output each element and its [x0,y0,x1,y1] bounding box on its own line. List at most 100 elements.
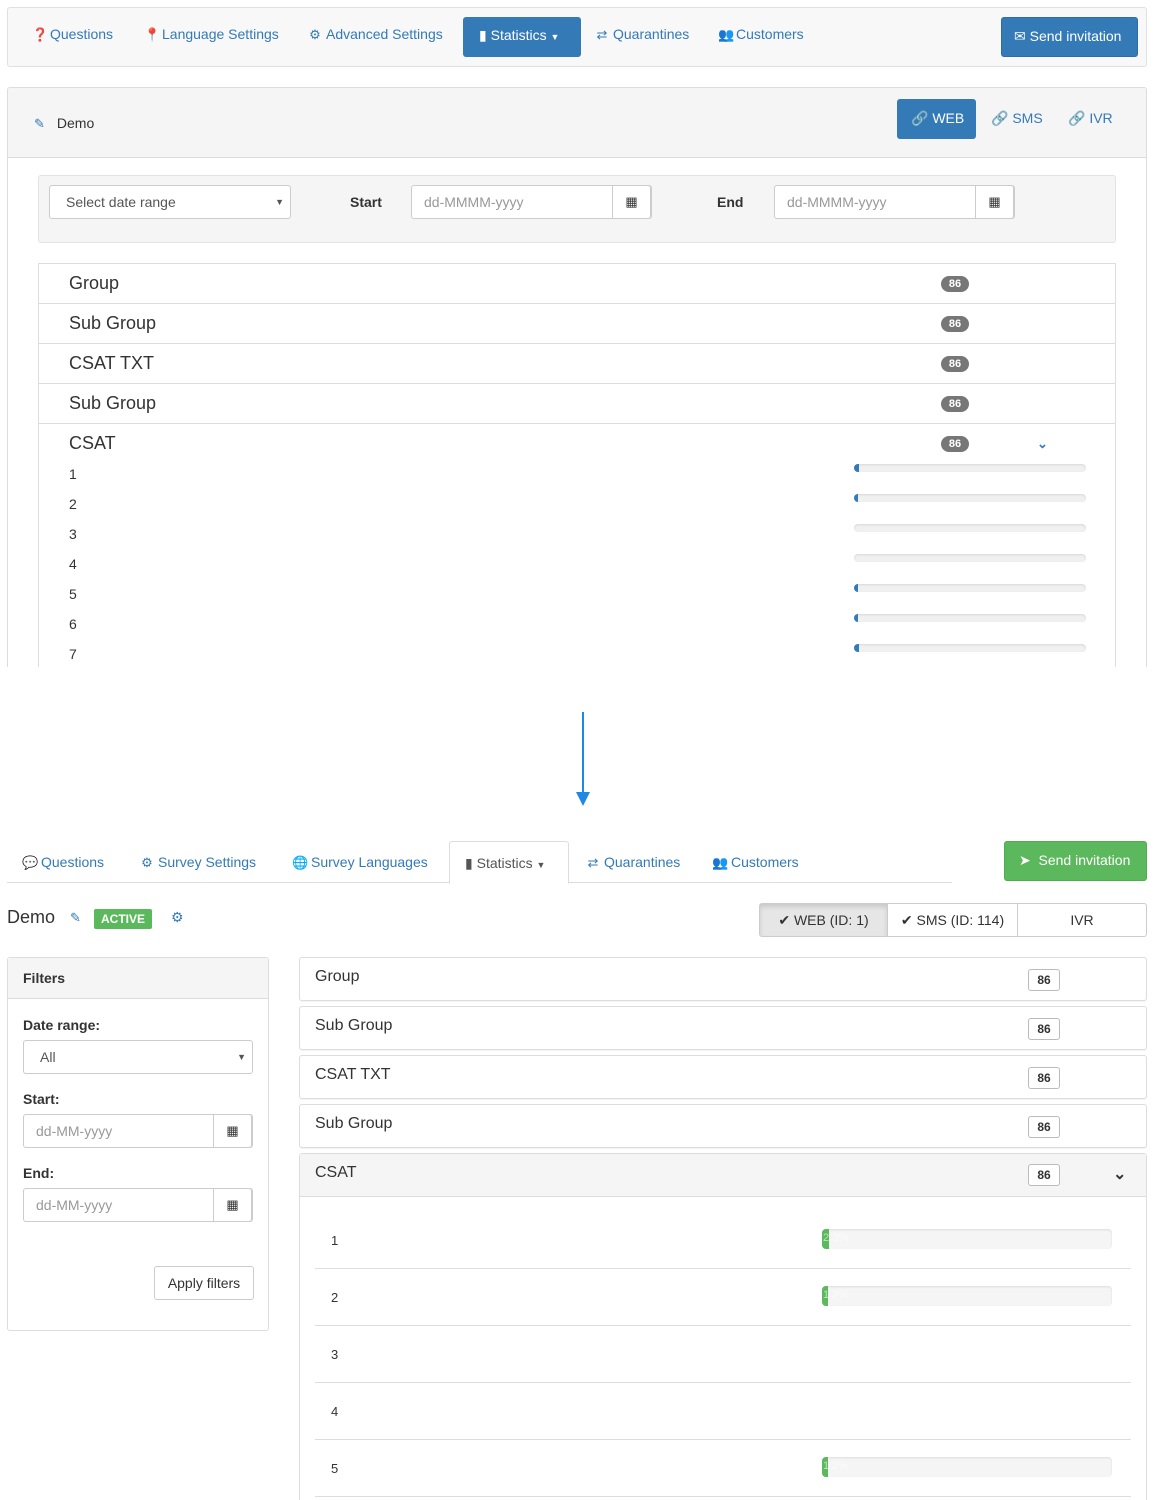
count-badge: 86 [1028,1164,1060,1186]
tab-statistics[interactable]: ▮ Statistics ▼ [449,841,569,884]
apply-filters-button[interactable]: Apply filters [154,1266,254,1300]
channel-web-button[interactable]: 🔗 WEB [897,99,976,139]
nav-statistics-dropdown[interactable]: ▮ Statistics ▼ [463,17,581,57]
old-option-bar [854,584,1086,592]
comments-icon: 💬 [22,855,39,870]
survey-title: Demo [7,907,56,927]
calendar-icon[interactable]: ▦ [612,185,651,219]
old-option-bar [854,644,1086,652]
count-badge: 86 [941,316,969,332]
old-option-label: 3 [69,526,77,542]
edit-icon[interactable]: ✎ [34,116,45,131]
count-badge: 86 [1028,969,1060,991]
old-option-bar [854,614,1086,622]
tab-customers[interactable]: 👥 Customers [712,854,799,871]
csat-panel-heading[interactable]: CSAT 86 ⌄ [300,1154,1146,1197]
channel-sms-button[interactable]: 🔗 SMS [991,99,1043,139]
tab-quarantines[interactable]: ⇄ Quarantines [585,854,681,871]
calendar-icon[interactable]: ▦ [213,1114,252,1148]
question-panel[interactable]: Group 86 [299,957,1147,1001]
count-badge: 86 [941,356,969,372]
calendar-icon[interactable]: ▦ [975,185,1014,219]
old-option-label: 2 [69,496,77,512]
nav-customers[interactable]: 👥 Customers [718,26,804,43]
old-option-bar [854,524,1086,532]
end-date-input[interactable]: dd-MMMM-yyyy ▦ [774,185,1015,219]
question-panel[interactable]: Sub Group 86 [299,1006,1147,1050]
channel-sms-button[interactable]: ✔ SMS (ID: 114) [888,904,1018,936]
nav-questions[interactable]: ❓ Questions [32,26,113,43]
link-icon: 🔗 [991,110,1009,126]
old-option-bar-fill [854,614,858,622]
filters-panel: Filters Date range: All ▼ Start: dd-MM-yy… [7,957,269,1331]
send-invitation-button[interactable]: ✉ Send invitation [1001,17,1138,57]
new-tab-nav: 💬 Questions ⚙ Survey Settings 🌐 Survey Lang… [7,841,952,884]
pencil-icon[interactable]: ✎ [70,910,81,926]
cogs-icon: ⚙ [141,855,153,870]
link-icon: 🔗 [1068,110,1086,126]
old-top-nav: ❓ Questions 📍 Language Settings ⚙ Advanced … [7,7,1147,67]
option-progress-bar: 1.2% [822,1457,1112,1477]
old-option-label: 6 [69,616,77,632]
old-question-row[interactable]: CSAT TXT 86 [39,344,1115,384]
end-label: End [717,194,744,210]
count-badge: 86 [941,436,969,452]
nav-language-settings[interactable]: 📍 Language Settings [144,26,279,43]
old-question-row[interactable]: Sub Group 86 [39,304,1115,344]
option-percent: 1.2% [823,1289,849,1301]
nav-advanced-settings[interactable]: ⚙ Advanced Settings [308,26,443,43]
old-question-row[interactable]: Group 86 [39,264,1115,304]
old-option-bar-fill [854,584,858,592]
caret-down-icon: ▼ [550,32,560,42]
paper-plane-icon: ➤ [1019,852,1031,868]
start-date-input[interactable]: dd-MMMM-yyyy ▦ [411,185,652,219]
old-question-row-expanded[interactable]: CSAT 86 ⌄ [39,424,1115,464]
old-question-row[interactable]: Sub Group 86 [39,384,1115,424]
old-option-label: 1 [69,466,77,482]
channel-web-button[interactable]: ✔ WEB (ID: 1) [760,904,888,936]
option-progress-bar: 2.3% [822,1229,1112,1249]
count-badge: 86 [1028,1018,1060,1040]
start-date-input[interactable]: dd-MM-yyyy ▦ [23,1114,253,1148]
question-panel[interactable]: Sub Group 86 [299,1104,1147,1148]
tab-survey-settings[interactable]: ⚙ Survey Settings [139,854,256,871]
users-icon: 👥 [718,27,735,42]
end-date-input[interactable]: dd-MM-yyyy ▦ [23,1188,253,1222]
old-option-bar-fill [854,464,859,472]
users-icon: 👥 [712,855,729,870]
question-panel[interactable]: CSAT TXT 86 [299,1055,1147,1099]
link-icon: 🔗 [911,110,929,126]
old-option-bar [854,554,1086,562]
option-row: 1 2.3% [315,1212,1131,1269]
chevron-down-icon[interactable]: ⌄ [1037,436,1048,452]
start-label: Start [350,194,382,210]
chevron-down-icon[interactable]: ⌄ [1113,1164,1126,1184]
arrow-down-icon [576,792,590,806]
channel-button-group: ✔ WEB (ID: 1) ✔ SMS (ID: 114) IVR [759,903,1147,937]
transition-arrow [582,712,584,794]
check-icon: ✔ [778,912,791,928]
send-invitation-button[interactable]: ➤ Send invitation [1004,841,1147,881]
count-badge: 86 [941,276,969,292]
bar-chart-icon: ▮ [465,855,473,871]
channel-ivr-button[interactable]: 🔗 IVR [1068,99,1113,139]
calendar-icon[interactable]: ▦ [213,1188,252,1222]
swap-arrows-icon: ⇄ [587,855,599,870]
tab-questions[interactable]: 💬 Questions [22,854,104,871]
date-range-select[interactable]: All ▼ [23,1040,253,1074]
option-row: 2 1.2% [315,1269,1131,1326]
old-option-bar [854,494,1086,502]
old-option-bar [854,464,1086,472]
old-filter-bar: Select date range ▼ Start dd-MMMM-yyyy ▦ E… [38,175,1116,243]
old-option-bar-fill [854,644,859,652]
old-survey-title: ✎ Demo [34,115,95,131]
tab-survey-languages[interactable]: 🌐 Survey Languages [292,854,428,871]
option-row: 3 [315,1326,1131,1383]
gear-icon[interactable]: ⚙ [171,909,184,926]
channel-ivr-button[interactable]: IVR [1018,904,1146,936]
check-icon: ✔ [900,912,913,928]
caret-down-icon: ▼ [536,860,546,870]
option-percent: 1.2% [823,1460,849,1472]
date-range-select[interactable]: Select date range ▼ [49,185,291,219]
nav-quarantines[interactable]: ⇄ Quarantines [595,26,690,43]
